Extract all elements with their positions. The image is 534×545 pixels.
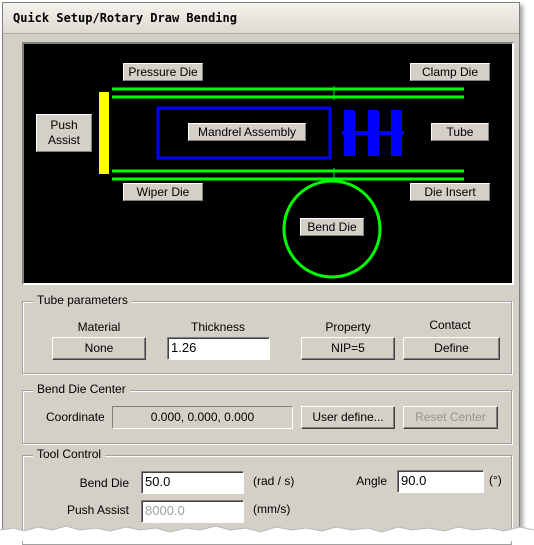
tool-control-legend: Tool Control — [33, 447, 106, 461]
push-assist-button[interactable]: Push Assist — [36, 114, 92, 152]
window-title: Quick Setup/Rotary Draw Bending — [13, 11, 237, 25]
contact-label: Contact — [429, 318, 471, 332]
coordinate-label: Coordinate — [46, 410, 105, 424]
angle-label: Angle — [356, 474, 387, 488]
push-assist-bar — [99, 92, 109, 174]
material-label: Material — [77, 320, 121, 334]
bend-die-speed-label: Bend Die — [79, 476, 129, 490]
mandrel-ball-1 — [344, 110, 355, 156]
bending-diagram: Pressure Die Clamp Die Push Assist Mandr… — [22, 42, 514, 285]
mandrel-ball-3 — [391, 110, 402, 156]
tube-button[interactable]: Tube — [431, 123, 489, 141]
push-assist-label-line1: Push — [50, 118, 78, 132]
push-assist-label-line2: Assist — [47, 133, 80, 147]
mandrel-ball-2 — [368, 110, 379, 156]
thickness-field[interactable]: 1.26 — [167, 337, 270, 360]
push-assist-speed-unit: (mm/s) — [253, 502, 291, 516]
angle-field[interactable]: 90.0 — [397, 470, 484, 493]
bend-die-button[interactable]: Bend Die — [300, 218, 364, 236]
wiper-die-button[interactable]: Wiper Die — [123, 183, 203, 201]
title-bar[interactable]: Quick Setup/Rotary Draw Bending — [3, 3, 519, 34]
pressure-die-button[interactable]: Pressure Die — [123, 63, 203, 81]
coordinate-readout: 0.000, 0.000, 0.000 — [112, 406, 293, 429]
push-assist-speed-field[interactable]: 8000.0 — [141, 500, 244, 523]
tube-parameters-legend: Tube parameters — [33, 293, 132, 307]
property-label: Property — [325, 320, 371, 334]
thickness-label: Thickness — [190, 320, 246, 334]
contact-define-button[interactable]: Define — [403, 337, 500, 360]
bend-die-center-legend: Bend Die Center — [33, 382, 130, 396]
angle-unit: (°) — [489, 473, 502, 487]
push-assist-speed-label: Push Assist — [66, 503, 129, 517]
die-insert-button[interactable]: Die Insert — [410, 183, 490, 201]
bend-die-speed-unit: (rad / s) — [253, 474, 295, 488]
bend-die-speed-field[interactable]: 50.0 — [141, 471, 244, 494]
reset-center-button[interactable]: Reset Center — [403, 406, 498, 429]
quick-setup-dialog: Quick Setup/Rotary Draw Bending Pressure… — [2, 2, 520, 545]
mandrel-assembly-button[interactable]: Mandrel Assembly — [188, 123, 306, 141]
material-button[interactable]: None — [52, 337, 146, 360]
clamp-die-button[interactable]: Clamp Die — [410, 63, 490, 81]
property-button[interactable]: NIP=5 — [301, 337, 395, 360]
torn-edge — [0, 525, 534, 541]
user-define-button[interactable]: User define... — [301, 406, 395, 429]
